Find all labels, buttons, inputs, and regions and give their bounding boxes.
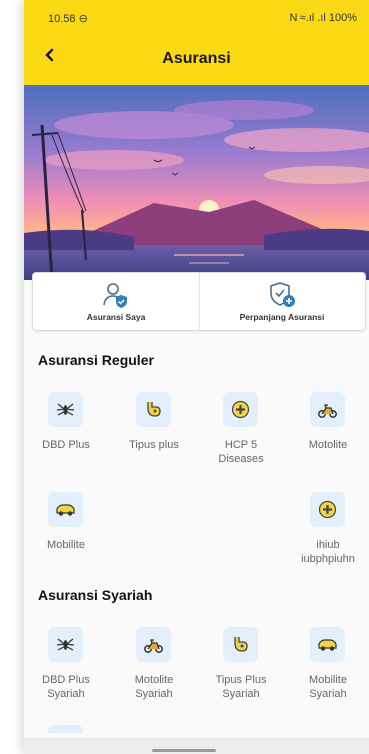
product-label: Motolite Syariah (134, 674, 174, 700)
renew-insurance-button[interactable]: Perpanjang Asuransi (199, 273, 365, 330)
product-label: Tipus plus (129, 439, 179, 451)
status-time-text: 10.58 (48, 13, 76, 25)
product-label: Mobilite Syariah (309, 674, 347, 700)
product-label: Mobilite (47, 539, 85, 551)
product-icon-box (310, 392, 345, 427)
section-title-reguler: Asuransi Reguler (38, 352, 154, 368)
product-icon-box (48, 627, 83, 662)
product-label: DBD Plus Syariah (42, 674, 90, 700)
car-icon (318, 639, 337, 651)
status-bar: 10.58 ⊖ N ≈.ıl .ıl 100% (24, 0, 369, 33)
medical-cross-icon (231, 400, 250, 419)
page-title: Asuransi (162, 50, 231, 67)
app-bar: Asuransi (24, 33, 369, 85)
mosquito-icon (56, 403, 75, 416)
product-label: HCP 5 Diseases (218, 439, 264, 465)
medical-cross-icon (318, 500, 337, 519)
banner-image (24, 85, 369, 280)
my-insurance-label: Asuransi Saya (86, 312, 146, 322)
status-time: 10.58 ⊖ (48, 12, 88, 25)
product-icon-box (223, 627, 258, 662)
product-label: Tipus Plus Syariah (215, 674, 267, 700)
product-label: DBD Plus (42, 439, 90, 451)
mosquito-icon (56, 638, 75, 651)
navigation-bar (24, 738, 369, 754)
product-icon-box (310, 627, 345, 662)
user-shield-icon (103, 283, 127, 308)
section-title-syariah: Asuransi Syariah (38, 587, 153, 603)
clock-icon: ⊖ (78, 13, 88, 25)
partial-product-icon[interactable] (48, 725, 83, 733)
product-label: ihiub iubphpiuhn (301, 539, 355, 565)
product-icon-box (48, 492, 83, 527)
stomach-icon (147, 402, 161, 417)
stomach-icon (234, 637, 248, 652)
product-icon-box (136, 392, 171, 427)
product-label: Motolite (308, 439, 348, 451)
product-icon-box (136, 627, 171, 662)
shield-plus-icon (270, 282, 295, 307)
home-gesture-handle[interactable] (152, 749, 216, 752)
car-icon (56, 504, 75, 516)
product-icon-box (310, 492, 345, 527)
status-indicators: N ≈.ıl .ıl 100% (289, 12, 357, 24)
motorcycle-icon (318, 404, 337, 418)
my-insurance-button[interactable]: Asuransi Saya (33, 273, 200, 330)
product-icon-box (223, 392, 258, 427)
renew-insurance-label: Perpanjang Asuransi (239, 312, 325, 322)
sunset-landscape-illustration (24, 85, 369, 280)
motorcycle-icon (144, 639, 163, 653)
quick-actions-card: Asuransi Saya Perpanjang Asuransi (32, 272, 366, 331)
phone-screen: 10.58 ⊖ N ≈.ıl .ıl 100% Asuransi Asurans… (24, 0, 369, 754)
product-icon-box (48, 392, 83, 427)
